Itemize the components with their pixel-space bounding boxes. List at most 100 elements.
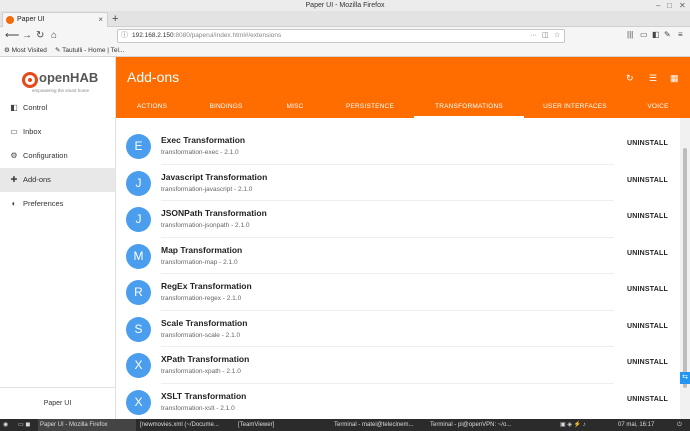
addon-name: XPath Transformation bbox=[161, 354, 250, 364]
translate-icon[interactable]: ✎ bbox=[664, 30, 671, 39]
addon-avatar: J bbox=[126, 207, 151, 232]
uninstall-button[interactable]: UNINSTALL bbox=[627, 177, 668, 184]
tab-actions[interactable]: ACTIONS bbox=[116, 96, 188, 118]
tab-bindings[interactable]: BINDINGS bbox=[188, 96, 264, 118]
reload-icon[interactable]: ↻ bbox=[36, 29, 44, 43]
extension-icon[interactable]: ◧ bbox=[652, 30, 660, 39]
list-item: J JSONPath Transformation transformation… bbox=[116, 201, 676, 238]
list-item: R RegEx Transformation transformation-re… bbox=[116, 274, 676, 311]
tab-voice[interactable]: VOICE bbox=[626, 96, 690, 118]
uninstall-button[interactable]: UNINSTALL bbox=[627, 323, 668, 330]
pocket-icon[interactable]: ◫ bbox=[542, 30, 549, 42]
list-item: E Exec Transformation transformation-exe… bbox=[116, 128, 676, 165]
addon-id: transformation-jsonpath - 2.1.0 bbox=[161, 222, 250, 229]
site-info-icon[interactable]: ⓘ bbox=[121, 30, 128, 42]
uninstall-button[interactable]: UNINSTALL bbox=[627, 286, 668, 293]
sidebar-item-control[interactable]: ◧ Control bbox=[0, 96, 115, 120]
quicklaunch-icon[interactable]: ▭ ◼ bbox=[18, 419, 36, 431]
puzzle-icon: ✚ bbox=[10, 175, 18, 184]
sidebar-item-addons[interactable]: ✚ Add-ons bbox=[0, 168, 115, 192]
list-item: M Map Transformation transformation-map … bbox=[116, 238, 676, 274]
bookmarks-bar: ⚙ Most Visited ✎ Tautulli - Home | Tel..… bbox=[0, 45, 690, 57]
grid-view-icon[interactable]: ▦ bbox=[670, 73, 679, 84]
taskbar-item-terminal-2[interactable]: Terminal - pi@openVPN: ~/o... bbox=[430, 419, 530, 431]
home-icon[interactable]: ⌂ bbox=[51, 29, 57, 43]
os-taskbar: ◉ ▭ ◼ Paper UI - Mozilla Firefox [newmov… bbox=[0, 419, 690, 431]
addon-id: transformation-javascript - 2.1.0 bbox=[161, 185, 253, 193]
url-host: 192.168.2.150 bbox=[132, 32, 174, 39]
back-icon[interactable]: ⟵ bbox=[5, 29, 19, 43]
refresh-icon[interactable]: ↻ bbox=[626, 73, 634, 84]
logo-text: openHAB bbox=[39, 70, 99, 85]
tray-icons[interactable]: ▣ ◈ ⚡ ♪ bbox=[560, 419, 610, 431]
sidebar-item-configuration[interactable]: ⚙ Configuration bbox=[0, 144, 115, 168]
sidebar-item-inbox[interactable]: ▭ Inbox bbox=[0, 120, 115, 144]
forward-icon[interactable]: → bbox=[22, 29, 32, 43]
list-item: X XPath Transformation transformation-xp… bbox=[116, 347, 676, 384]
addon-name: Scale Transformation bbox=[161, 317, 248, 328]
bookmark-star-icon[interactable]: ☆ bbox=[554, 30, 560, 42]
close-tab-icon[interactable]: × bbox=[98, 13, 103, 27]
new-tab-icon[interactable]: + bbox=[112, 12, 118, 26]
scrollbar-thumb[interactable] bbox=[683, 148, 687, 388]
browser-tab-title: Paper UI bbox=[17, 16, 45, 23]
addon-avatar: E bbox=[126, 134, 151, 159]
tab-user-interfaces[interactable]: USER INTERFACES bbox=[524, 96, 626, 118]
start-menu-icon[interactable]: ◉ bbox=[3, 419, 15, 431]
addon-avatar: M bbox=[126, 243, 151, 269]
window-titlebar: Paper UI - Mozilla Firefox – □ ✕ bbox=[0, 0, 690, 11]
taskbar-item-xml[interactable]: [newmovies.xml (~/Docume... bbox=[140, 419, 234, 431]
power-icon[interactable]: ⏻ bbox=[677, 419, 687, 431]
sidebar-footer: Paper UI bbox=[0, 387, 115, 419]
uninstall-button[interactable]: UNINSTALL bbox=[627, 140, 668, 147]
page-actions-icon[interactable]: ··· bbox=[530, 30, 537, 42]
bookmark-tautulli[interactable]: ✎ Tautulli - Home | Tel... bbox=[55, 45, 124, 56]
openhab-logo-icon bbox=[22, 72, 38, 88]
uninstall-button[interactable]: UNINSTALL bbox=[627, 213, 668, 220]
browser-tab[interactable]: Paper UI × bbox=[2, 12, 108, 27]
list-view-icon[interactable]: ☰ bbox=[649, 73, 657, 84]
minimize-icon[interactable]: – bbox=[656, 0, 660, 11]
page-widget-icon[interactable]: ⇆ bbox=[680, 372, 690, 384]
gear-icon: ⚙ bbox=[10, 151, 18, 160]
close-window-icon[interactable]: ✕ bbox=[679, 0, 686, 11]
addon-name: Map Transformation bbox=[161, 244, 243, 255]
bookmark-most-visited[interactable]: ⚙ Most Visited bbox=[4, 45, 47, 56]
maximize-icon[interactable]: □ bbox=[667, 0, 672, 11]
tab-persistence[interactable]: PERSISTENCE bbox=[326, 96, 414, 118]
openhab-logo[interactable]: openHAB empowering the smart home bbox=[22, 69, 99, 95]
tab-transformations[interactable]: TRANSFORMATIONS bbox=[414, 96, 524, 118]
uninstall-button[interactable]: UNINSTALL bbox=[627, 359, 668, 366]
taskbar-clock: 07 mai, 16:17 bbox=[618, 422, 655, 428]
sidebar-item-preferences[interactable]: ◐ Preferences bbox=[0, 192, 115, 216]
page-header: Add-ons ↻ ☰ ▦ ACTIONS BINDINGS MISC PERS… bbox=[116, 57, 690, 118]
menu-icon[interactable]: ≡ bbox=[678, 30, 683, 39]
list-item: S Scale Transformation transformation-sc… bbox=[116, 311, 676, 347]
browser-tabbar: Paper UI × + bbox=[0, 11, 690, 27]
sidebar-item-label: Control bbox=[23, 103, 48, 112]
addon-avatar: S bbox=[126, 316, 151, 342]
taskbar-item-terminal-1[interactable]: Terminal - matei@telecinem... bbox=[334, 419, 426, 431]
uninstall-button[interactable]: UNINSTALL bbox=[627, 250, 668, 257]
url-bar[interactable]: ⓘ 192.168.2.150:8080/paperui/index.html#… bbox=[117, 29, 565, 43]
list-item: J Javascript Transformation transformati… bbox=[116, 165, 676, 201]
sidebar-item-label: Configuration bbox=[23, 151, 68, 160]
addon-avatar: J bbox=[126, 170, 151, 196]
sidebar-item-label: Preferences bbox=[23, 199, 64, 208]
addon-id: transformation-regex - 2.1.0 bbox=[161, 295, 242, 302]
tab-misc[interactable]: MISC bbox=[264, 96, 326, 118]
addon-name: Javascript Transformation bbox=[161, 171, 268, 182]
library-icon[interactable]: ||| bbox=[627, 30, 633, 39]
addon-name: XSLT Transformation bbox=[161, 390, 247, 401]
addon-id: transformation-map - 2.1.0 bbox=[161, 258, 238, 266]
sidebar-toggle-icon[interactable]: ▭ bbox=[640, 30, 648, 39]
screen: Paper UI - Mozilla Firefox – □ ✕ Paper U… bbox=[0, 0, 690, 431]
window-title: Paper UI - Mozilla Firefox bbox=[305, 2, 385, 9]
uninstall-button[interactable]: UNINSTALL bbox=[627, 396, 668, 403]
browser-navbar: ⟵ → ↻ ⌂ ⓘ 192.168.2.150:8080/paperui/ind… bbox=[0, 27, 690, 45]
taskbar-item-teamviewer[interactable]: [TeamViewer] bbox=[238, 419, 330, 431]
openhab-favicon-icon bbox=[6, 16, 14, 24]
taskbar-item-firefox[interactable]: Paper UI - Mozilla Firefox bbox=[38, 419, 136, 431]
logo-tagline: empowering the smart home bbox=[32, 88, 90, 93]
addon-id: transformation-scale - 2.1.0 bbox=[161, 331, 241, 339]
